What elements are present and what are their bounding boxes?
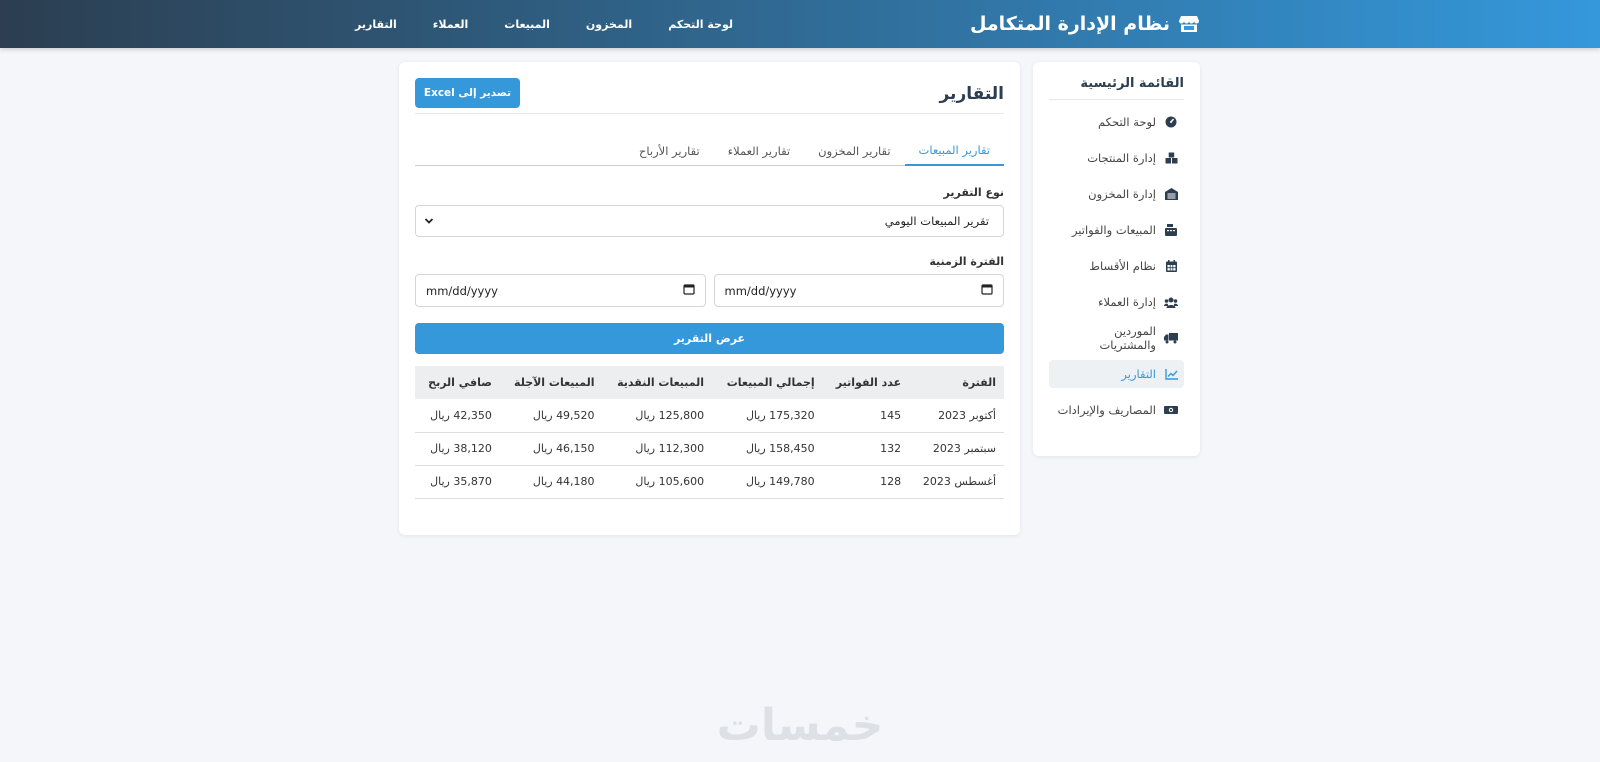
sidebar-item-installments[interactable]: نظام الأقساط: [1049, 252, 1184, 280]
show-report-button[interactable]: عرض التقرير: [415, 323, 1004, 354]
report-type-value: تقرير المبيعات اليومي: [884, 214, 989, 228]
table-cell: 125,800 ريال: [602, 399, 713, 433]
tab-sales-reports[interactable]: تقارير المبيعات: [904, 136, 1004, 166]
top-nav: لوحة التحكم المخزون المبيعات العملاء الت…: [355, 0, 733, 48]
table-cell: 132: [822, 432, 910, 466]
sidebar-item-label: لوحة التحكم: [1098, 115, 1156, 129]
table-row: سبتمبر 2023 132 158,450 ريال 112,300 ريا…: [415, 432, 1004, 466]
top-navbar: نظام الإدارة المتكامل لوحة التحكم المخزو…: [0, 0, 1600, 48]
users-icon: [1164, 295, 1178, 309]
truck-icon: [1164, 331, 1178, 345]
topnav-customers[interactable]: العملاء: [433, 18, 468, 31]
column-header: المبيعات النقدية: [617, 376, 705, 389]
table-cell: 44,180 ريال: [499, 465, 603, 499]
sidebar: القائمة الرئيسية لوحة التحكم إدارة المنت…: [1033, 62, 1200, 456]
table-cell: 105,600 ريال: [602, 465, 713, 499]
sidebar-item-inventory[interactable]: إدارة المخزون: [1049, 180, 1184, 208]
report-table: الفترة عدد الفواتير إجمالي المبيعات المب…: [415, 366, 1004, 499]
table-cell: 175,320 ريال: [712, 399, 823, 433]
sidebar-item-reports[interactable]: التقارير: [1049, 360, 1184, 388]
topnav-inventory[interactable]: المخزون: [586, 18, 632, 31]
sidebar-item-label: الموردين والمشتريات: [1099, 324, 1156, 352]
column-header: صافي الربح: [428, 376, 492, 389]
table-cell: 38,120 ريال: [415, 432, 500, 466]
boxes-icon: [1164, 151, 1178, 165]
column-header: المبيعات الآجلة: [514, 376, 595, 389]
date-from-placeholder: mm/dd/yyyy: [724, 283, 797, 298]
topnav-sales[interactable]: المبيعات: [504, 18, 550, 31]
sidebar-item-sales[interactable]: المبيعات والفواتير: [1049, 216, 1184, 244]
date-to-placeholder: mm/dd/yyyy: [426, 283, 498, 298]
sidebar-item-expenses[interactable]: المصاريف والإيرادات: [1049, 396, 1184, 424]
report-type-label: نوع التقرير: [943, 186, 1005, 199]
calendar-icon: [1164, 259, 1178, 273]
export-excel-button[interactable]: تصدير إلى Excel: [415, 78, 520, 108]
table-cell: 42,350 ريال: [415, 399, 500, 433]
table-cell: 46,150 ريال: [499, 432, 603, 466]
table-cell: أغسطس 2023: [909, 465, 1004, 499]
table-cell: 128: [822, 465, 910, 499]
tab-inventory-reports[interactable]: تقارير المخزون: [804, 136, 904, 166]
column-header: إجمالي المبيعات: [726, 376, 815, 389]
report-type-select[interactable]: تقرير المبيعات اليومي: [415, 205, 1004, 237]
table-cell: سبتمبر 2023: [909, 432, 1004, 466]
sidebar-item-label: نظام الأقساط: [1089, 259, 1156, 273]
date-to-input[interactable]: mm/dd/yyyy: [415, 274, 706, 307]
date-from-input[interactable]: mm/dd/yyyy: [713, 274, 1004, 307]
topnav-dashboard[interactable]: لوحة التحكم: [668, 18, 733, 31]
sidebar-title: القائمة الرئيسية: [1049, 76, 1184, 100]
table-row: أكتوبر 2023 145 175,320 ريال 125,800 ريا…: [415, 399, 1004, 433]
brand[interactable]: نظام الإدارة المتكامل: [970, 9, 1200, 39]
sidebar-item-label: إدارة المخزون: [1088, 187, 1156, 201]
table-cell: 49,520 ريال: [499, 399, 603, 433]
table-row: أغسطس 2023 128 149,780 ريال 105,600 ريال…: [415, 465, 1004, 499]
sidebar-item-label: إدارة المنتجات: [1087, 151, 1156, 165]
reports-card: التقارير تصدير إلى Excel تقارير المبيعات…: [399, 62, 1020, 535]
sidebar-item-products[interactable]: إدارة المنتجات: [1049, 144, 1184, 172]
chart-line-icon: [1164, 367, 1178, 381]
chevron-down-icon: [424, 215, 434, 230]
page-title: التقارير: [939, 84, 1004, 104]
sidebar-item-dashboard[interactable]: لوحة التحكم: [1049, 108, 1184, 136]
tab-profit-reports[interactable]: تقارير الأرباح: [625, 136, 714, 166]
column-header: عدد الفواتير: [835, 376, 902, 389]
store-icon: [1178, 13, 1200, 35]
period-label: الفترة الزمنية: [929, 255, 1004, 268]
cash-register-icon: [1164, 223, 1178, 237]
report-tabs: تقارير المبيعات تقارير المخزون تقارير ال…: [415, 136, 1004, 166]
table-cell: 158,450 ريال: [712, 432, 823, 466]
sidebar-item-label: التقارير: [1121, 367, 1156, 381]
topnav-reports[interactable]: التقارير: [355, 18, 397, 31]
watermark-logo: خمسات: [716, 699, 884, 751]
warehouse-icon: [1164, 187, 1178, 201]
table-cell: أكتوبر 2023: [909, 399, 1004, 433]
table-cell: 145: [822, 399, 910, 433]
app-title: نظام الإدارة المتكامل: [969, 13, 1170, 35]
sidebar-item-customers[interactable]: إدارة العملاء: [1049, 288, 1184, 316]
sidebar-item-label: المصاريف والإيرادات: [1057, 403, 1156, 417]
date-range: mm/dd/yyyy mm/dd/yyyy: [415, 274, 1004, 307]
calendar-icon[interactable]: [981, 283, 993, 298]
sidebar-item-suppliers[interactable]: الموردين والمشتريات: [1049, 324, 1184, 352]
dashboard-icon: [1164, 115, 1178, 129]
table-cell: 149,780 ريال: [712, 465, 823, 499]
table-header-row: الفترة عدد الفواتير إجمالي المبيعات المب…: [415, 366, 1004, 399]
table-cell: 35,870 ريال: [415, 465, 500, 499]
tab-customer-reports[interactable]: تقارير العملاء: [714, 136, 804, 166]
table-cell: 112,300 ريال: [602, 432, 713, 466]
sidebar-item-label: إدارة العملاء: [1098, 295, 1156, 309]
card-header: التقارير تصدير إلى Excel: [415, 78, 1004, 114]
calendar-icon[interactable]: [682, 283, 695, 298]
money-icon: [1164, 403, 1178, 417]
sidebar-item-label: المبيعات والفواتير: [1071, 223, 1156, 237]
column-header: الفترة: [962, 376, 996, 389]
